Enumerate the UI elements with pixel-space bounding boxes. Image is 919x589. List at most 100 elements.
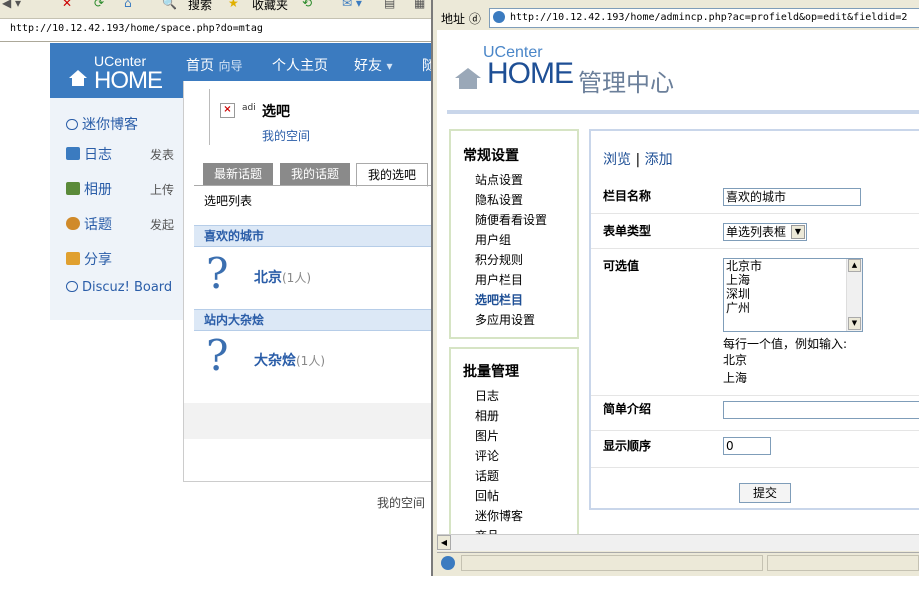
menu-item[interactable]: 隐私设置	[475, 191, 523, 208]
sidebar-item-blog[interactable]: 日志	[66, 144, 112, 164]
admin-page: UCenter HOME 管理中心 常规设置 站点设置 隐私设置 随便看看设置 …	[437, 30, 919, 534]
menu-item[interactable]: 图片	[475, 427, 499, 444]
menu-item[interactable]: 用户栏目	[475, 271, 523, 288]
menu-item[interactable]: 相册	[475, 407, 499, 424]
group-item[interactable]: 大杂烩(1人)	[254, 350, 325, 370]
header-divider	[447, 110, 919, 114]
status-cell	[767, 555, 919, 571]
tab-my-topics[interactable]: 我的话题	[280, 163, 350, 185]
search-icon[interactable]: 🔍	[162, 0, 177, 10]
edit-icon[interactable]: ▦	[414, 0, 425, 10]
logo-home-text: HOME	[487, 57, 574, 90]
sidebar-item-album[interactable]: 相册	[66, 179, 112, 199]
question-mark-icon: ?	[206, 331, 229, 380]
menu-item[interactable]: 迷你博客	[475, 507, 523, 524]
back-browser-toolbar: ◀ ▾ ✕ ⟳ ⌂ 🔍 搜索 ★ 收藏夹 ⟲ ✉ ▾ ▤ ▦	[0, 0, 436, 19]
menu-item[interactable]: 日志	[475, 387, 499, 404]
intro-input[interactable]	[723, 401, 919, 419]
group-item[interactable]: 北京(1人)	[254, 267, 311, 287]
mail-icon[interactable]: ✉ ▾	[342, 0, 362, 10]
sidebar-item-topic[interactable]: 话题	[66, 214, 112, 234]
history-icon[interactable]: ⟲	[302, 0, 312, 10]
logo-admin-center-text: 管理中心	[578, 69, 674, 97]
menu-general-settings: 常规设置 站点设置 隐私设置 随便看看设置 用户组 积分规则 用户栏目 选吧栏目…	[449, 129, 579, 339]
search-button-label[interactable]: 搜索	[188, 0, 212, 13]
stop-icon[interactable]: ✕	[62, 0, 72, 10]
textarea-scrollbar[interactable]: ▲ ▼	[846, 259, 862, 331]
scroll-down-icon[interactable]: ▼	[848, 317, 861, 330]
question-mark-icon: ?	[206, 249, 229, 298]
tab-divider	[194, 185, 437, 186]
admin-address-url[interactable]: http://10.12.42.193/home/admincp.php?ac=…	[510, 12, 907, 23]
menu-item[interactable]: 随便看看设置	[475, 211, 547, 228]
add-link[interactable]: 添加	[645, 152, 673, 168]
sidebar-topic-start-link[interactable]: 发起	[150, 216, 174, 233]
menu-item-current[interactable]: 选吧栏目	[475, 291, 523, 308]
form-row-name: 栏目名称 喜欢的城市	[591, 179, 919, 214]
house-icon	[455, 68, 481, 89]
avatar-alt-text: adi	[242, 103, 256, 113]
header-separator: |	[635, 152, 641, 168]
menu-item[interactable]: 商品	[475, 527, 499, 534]
nav-profile[interactable]: 个人主页	[272, 55, 328, 75]
nav-friends[interactable]: 好友 ▾	[354, 55, 392, 75]
back-nav-icon[interactable]: ◀ ▾	[2, 0, 21, 10]
group-header[interactable]: 站内大杂烩	[194, 309, 437, 331]
field-label: 可选值	[603, 259, 640, 273]
menu-item[interactable]: 用户组	[475, 231, 511, 248]
form-header: 浏览 | 添加	[603, 149, 673, 169]
scroll-up-icon[interactable]: ▲	[848, 259, 861, 272]
options-textarea[interactable]: 北京市 上海 深圳 广州 ▲ ▼	[723, 258, 863, 332]
tab-latest-topics[interactable]: 最新话题	[203, 163, 273, 185]
main-panel: × adi 选吧 我的空间 最新话题 我的话题 我的选吧 选吧列表 喜欢的城市 …	[183, 81, 440, 482]
home-icon[interactable]: ⌂	[124, 0, 132, 10]
people-icon	[66, 217, 80, 230]
menu-item[interactable]: 话题	[475, 467, 499, 484]
ie-status-icon	[441, 556, 455, 570]
scroll-left-icon[interactable]: ◀	[437, 535, 451, 550]
display-order-input[interactable]: 0	[723, 437, 771, 455]
logo-home-text: HOME	[94, 67, 163, 94]
sidebar-item-share[interactable]: 分享	[66, 249, 112, 269]
menu-item[interactable]: 评论	[475, 447, 499, 464]
field-label: 简单介绍	[603, 402, 652, 416]
print-icon[interactable]: ▤	[384, 0, 395, 10]
sidebar-item-miniblog[interactable]: 迷你博客	[66, 114, 138, 134]
menu-item[interactable]: 积分规则	[475, 251, 523, 268]
back-address-url[interactable]: http://10.12.42.193/home/space.php?do=mt…	[10, 23, 263, 34]
dropdown-arrow-icon[interactable]: ▼	[791, 225, 805, 239]
tab-my-xuanba[interactable]: 我的选吧	[356, 163, 428, 187]
house-icon	[69, 70, 87, 86]
browse-link[interactable]: 浏览	[603, 152, 631, 168]
chat-bubble-icon	[66, 119, 78, 130]
options-hint-example: 北京	[723, 353, 748, 367]
option-line: 北京市	[726, 259, 763, 273]
menu-batch-management: 批量管理 日志 相册 图片 评论 话题 回帖 迷你博客 商品	[449, 347, 579, 534]
my-space-link[interactable]: 我的空间	[262, 127, 310, 144]
sidebar-album-upload-link[interactable]: 上传	[150, 181, 174, 198]
status-cell	[461, 555, 763, 571]
sidebar-item-discuz[interactable]: Discuz! Board	[66, 280, 172, 295]
field-edit-form: 浏览 | 添加 栏目名称 喜欢的城市 表单类型 单选列表框 ▼ 可选值 北京市	[589, 129, 919, 510]
submit-button[interactable]: 提交	[739, 483, 791, 503]
favorites-icon[interactable]: ★	[228, 0, 239, 10]
horizontal-scrollbar[interactable]: ◀	[437, 534, 919, 551]
menu-item[interactable]: 站点设置	[475, 171, 523, 188]
group-header[interactable]: 喜欢的城市	[194, 225, 437, 247]
refresh-icon[interactable]: ⟳	[94, 0, 104, 10]
back-address-bar[interactable]: http://10.12.42.193/home/space.php?do=mt…	[0, 19, 436, 42]
admin-address-input[interactable]: http://10.12.42.193/home/admincp.php?ac=…	[489, 8, 919, 28]
form-type-select[interactable]: 单选列表框 ▼	[723, 223, 807, 241]
nav-home[interactable]: 首页 向导	[186, 55, 242, 75]
menu-item[interactable]: 多应用设置	[475, 311, 535, 328]
form-type-selected: 单选列表框	[726, 225, 787, 239]
folder-icon	[66, 252, 80, 265]
field-label: 表单类型	[603, 224, 652, 238]
broken-image-icon: ×	[220, 103, 235, 118]
favorites-button-label[interactable]: 收藏夹	[252, 0, 288, 13]
sidebar-blog-publish-link[interactable]: 发表	[150, 146, 174, 163]
column-name-input[interactable]: 喜欢的城市	[723, 188, 861, 206]
footer-my-space-link[interactable]: 我的空间	[377, 494, 425, 511]
menu-item[interactable]: 回帖	[475, 487, 499, 504]
notebook-icon	[66, 147, 80, 160]
